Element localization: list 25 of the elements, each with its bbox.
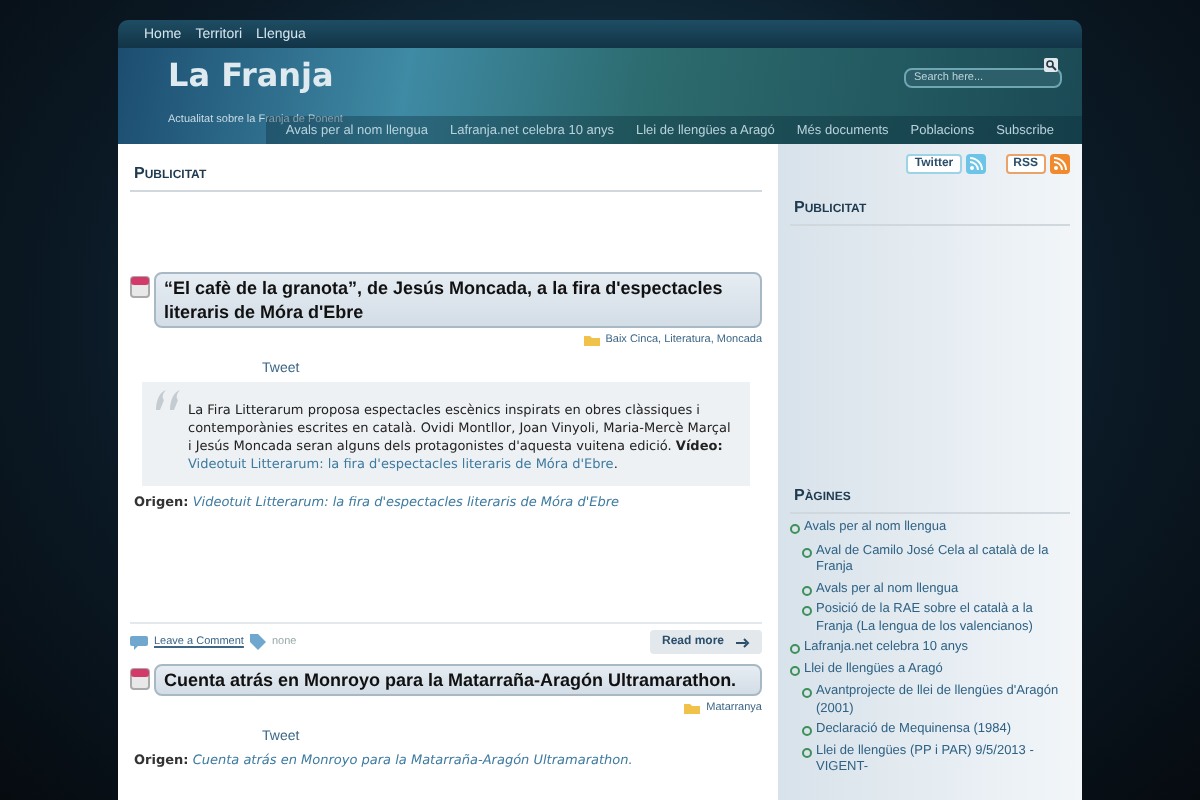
speech-bubble-icon (130, 635, 148, 649)
bullet-icon (802, 547, 812, 557)
calendar-icon (130, 276, 150, 298)
bullet-icon (802, 585, 812, 595)
arrow-icon (736, 637, 750, 647)
bullet-icon (790, 524, 800, 534)
site-logo[interactable]: La Franja (168, 58, 334, 92)
bullet-icon (802, 747, 812, 757)
folder-icon (583, 334, 600, 346)
sidebar-heading: Publicitat (790, 198, 1070, 226)
tag-icon (249, 634, 266, 650)
quote-mark-icon (154, 390, 182, 410)
rss-icon (1050, 154, 1070, 174)
bullet-icon (802, 606, 812, 616)
calendar-icon (130, 668, 150, 690)
bullet-icon (802, 726, 812, 736)
bullet-icon (790, 665, 800, 675)
bullet-icon (802, 688, 812, 698)
section-heading: Publicitat (130, 164, 762, 192)
post-title[interactable]: Cuenta atrás en Monroyo para la Matarraña-Aragón Ultramarathon. (154, 664, 762, 696)
sidebar-heading: Pàgines (790, 486, 1070, 514)
folder-icon (684, 702, 701, 714)
post-title[interactable]: “El cafè de la granota”, de Jesús Moncada, a la fira d'espectacles literaris de Móra d'Ebre (154, 272, 762, 328)
search-icon[interactable] (1044, 57, 1058, 71)
bullet-icon (790, 644, 800, 654)
